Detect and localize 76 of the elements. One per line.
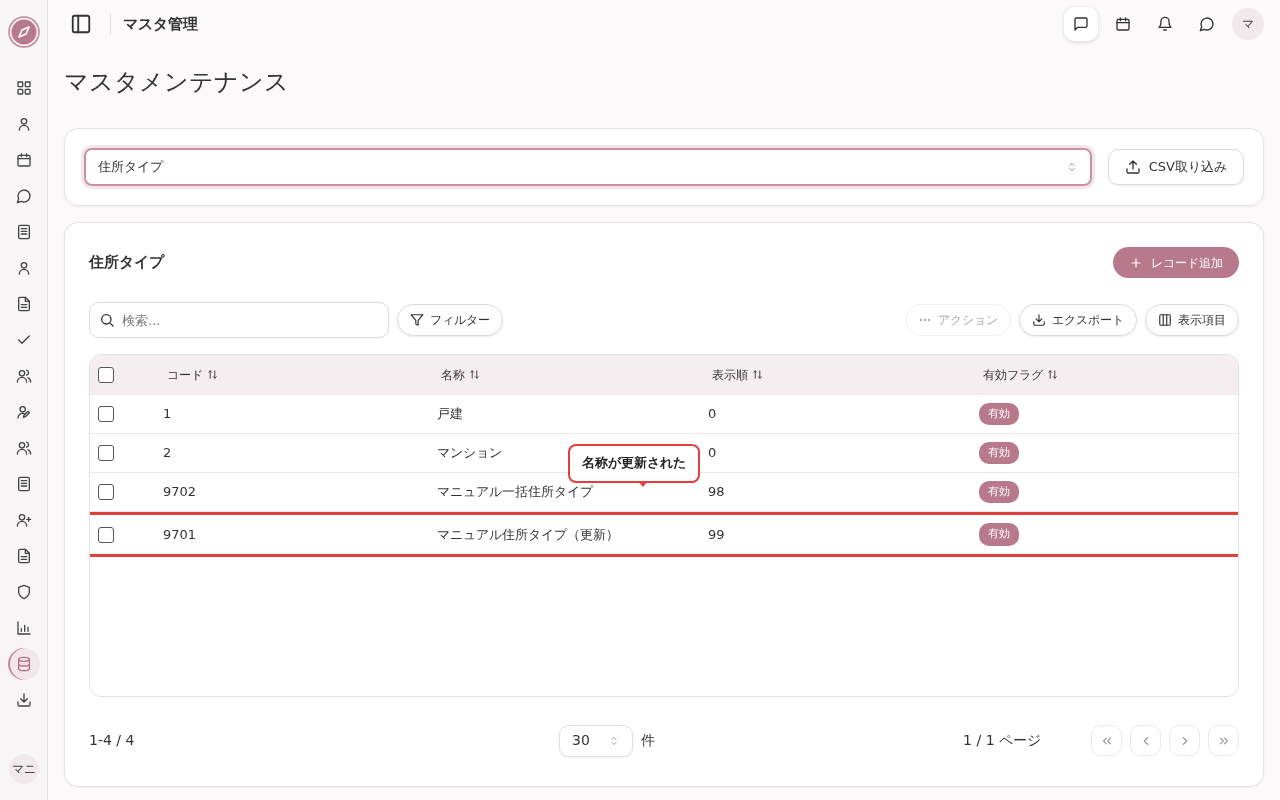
- user-plus-icon: [15, 512, 32, 528]
- export-button[interactable]: エクスポート: [1019, 304, 1137, 336]
- status-badge: 有効: [979, 480, 1019, 504]
- topbar-title: マスタ管理: [110, 12, 198, 36]
- page-title: マスタメンテナンス: [64, 67, 290, 98]
- record-range: 1-4 / 4: [89, 732, 135, 748]
- columns-icon: [1158, 313, 1172, 327]
- search-field[interactable]: 検索...: [89, 302, 389, 338]
- table-row[interactable]: 1 戸建 0 有効: [90, 395, 1238, 434]
- sort-icon: [469, 369, 480, 380]
- chevron-updown-icon: [608, 734, 620, 747]
- table-cell: 99: [708, 526, 725, 542]
- sort-icon: [207, 369, 218, 380]
- csv-import-button[interactable]: CSV取り込み: [1107, 149, 1244, 185]
- notebook-icon: [15, 224, 32, 240]
- user-avatar[interactable]: マニ: [8, 754, 39, 784]
- calendar-icon: [15, 152, 32, 168]
- calendar-icon: [1115, 16, 1131, 32]
- download-icon: [15, 692, 32, 708]
- document-icon: [15, 296, 32, 312]
- table-cell: 98: [708, 484, 725, 500]
- table-cell: 9701: [163, 526, 197, 542]
- status-badge: 有効: [979, 402, 1019, 426]
- bell-icon: [1157, 16, 1173, 32]
- table-cell: マニュアル住所タイプ（更新）: [437, 526, 619, 542]
- column-header[interactable]: 表示順: [708, 365, 763, 384]
- bar-chart-icon: [15, 620, 32, 636]
- column-header[interactable]: 名称: [437, 365, 480, 384]
- row-checkbox[interactable]: [98, 484, 114, 500]
- user-pen-icon: [15, 404, 32, 420]
- highlighted-table-row[interactable]: 9701 マニュアル住所タイプ（更新） 99 有効: [90, 512, 1238, 557]
- filter-icon: [410, 313, 424, 327]
- grid-icon: [15, 80, 32, 96]
- tooltip-arrow: [638, 481, 648, 487]
- page-info: 1 / 1 ページ: [963, 731, 1041, 750]
- master-select[interactable]: 住所タイプ: [84, 148, 1092, 186]
- compass-logo[interactable]: [7, 16, 40, 48]
- table-cell: 1: [163, 406, 172, 422]
- feedback-button[interactable]: [1064, 7, 1098, 41]
- download-icon: [1032, 313, 1046, 327]
- column-header[interactable]: コード: [163, 365, 218, 384]
- columns-button[interactable]: 表示項目: [1145, 304, 1239, 336]
- upload-icon: [1124, 159, 1141, 175]
- plus-icon: [1129, 255, 1143, 270]
- column-header[interactable]: 有効フラグ: [979, 365, 1058, 384]
- users-icon: [15, 368, 32, 384]
- tooltip: 名称が更新された: [568, 444, 700, 483]
- table-cell: 2: [163, 445, 172, 461]
- select-all-checkbox[interactable]: [98, 366, 114, 383]
- status-badge: 有効: [979, 523, 1019, 546]
- chat-bubble-icon: [15, 188, 32, 204]
- page-size-unit: 件: [641, 731, 655, 750]
- table-cell: マニュアル一括住所タイプ: [437, 484, 593, 500]
- search-icon: [99, 312, 115, 328]
- users-icon: [15, 440, 32, 456]
- table-cell: 戸建: [437, 406, 463, 422]
- row-checkbox[interactable]: [98, 445, 114, 461]
- table-cell: 9702: [163, 484, 197, 500]
- panel-icon: [70, 13, 92, 35]
- sort-icon: [752, 369, 763, 380]
- section-title: 住所タイプ: [89, 252, 164, 274]
- status-badge: 有効: [979, 441, 1019, 465]
- filter-button[interactable]: フィルター: [397, 304, 503, 336]
- document-icon: [15, 548, 32, 564]
- shield-icon: [15, 584, 32, 600]
- table-cell: 0: [708, 406, 717, 422]
- page-size-select[interactable]: 30: [559, 724, 633, 757]
- sort-icon: [1047, 369, 1058, 380]
- table-cell: マンション: [437, 445, 502, 461]
- row-checkbox[interactable]: [98, 406, 114, 422]
- table-cell: 0: [708, 445, 717, 461]
- notebook-icon: [15, 476, 32, 492]
- row-checkbox[interactable]: [98, 526, 114, 543]
- chat-bubble-icon: [1199, 16, 1215, 32]
- user-avatar[interactable]: マ: [1232, 8, 1264, 40]
- database-icon: [15, 656, 32, 672]
